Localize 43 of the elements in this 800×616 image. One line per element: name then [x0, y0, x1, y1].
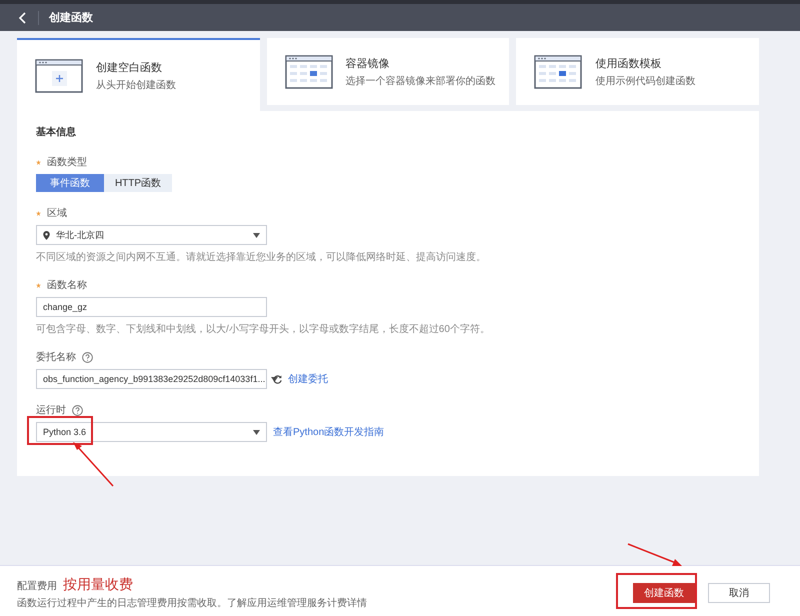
fee-label: 配置费用: [17, 580, 57, 593]
create-link[interactable]: 创建委托: [288, 372, 328, 386]
card-title: 创建空白函数: [96, 60, 163, 74]
field-label: 委托名称: [36, 350, 76, 364]
fee-note: 函数运行过程中产生的日志管理费用按需收取。了解应用运维管理服务计费详情: [17, 596, 368, 610]
annotation-arrow: [70, 440, 116, 488]
location-pin-icon: [43, 230, 50, 240]
section-title: 基本信息: [36, 126, 77, 139]
annotation-arrow: [626, 542, 684, 568]
card-title: 容器镜像: [346, 56, 391, 70]
cancel-button[interactable]: 取消: [708, 583, 770, 603]
back-icon[interactable]: [18, 12, 28, 24]
card-subtitle: 使用示例代码创建函数: [595, 74, 696, 88]
hint-text: 不同区域的资源之间内网不互通。请就近选择靠近您业务的区域，可以降低网络时延、提高访问速度。: [36, 250, 486, 264]
card-subtitle: 从头开始创建函数: [96, 78, 176, 92]
hint-text: 可包含字母、数字、下划线和中划线，以大/小写字母开头，以字母或数字结尾，长度不超过60个字符。: [36, 322, 490, 336]
field-label: 运行时: [36, 404, 66, 417]
caret-icon: [253, 430, 260, 434]
grid-window-icon: [534, 54, 582, 88]
type-option[interactable]: HTTP函数: [104, 174, 172, 192]
caret-icon: [253, 232, 260, 238]
mode-card[interactable]: 容器镜像 选择一个容器镜像来部署你的函数: [266, 38, 510, 105]
type-option[interactable]: 事件函数: [36, 174, 104, 192]
field-label: 函数类型: [47, 156, 87, 169]
select-field[interactable]: Python 3.6: [36, 422, 267, 442]
help-icon[interactable]: [82, 352, 93, 362]
blank-window-icon: [35, 58, 83, 92]
card-title: 使用函数模板: [595, 56, 662, 70]
mode-card[interactable]: 创建空白函数 从头开始创建函数: [17, 38, 260, 111]
card-subtitle: 选择一个容器镜像来部署你的函数: [346, 74, 496, 88]
caret-icon: [271, 376, 278, 382]
name-input[interactable]: change_gz: [36, 297, 267, 317]
guide-link[interactable]: 查看Python函数开发指南: [273, 425, 384, 439]
mode-card[interactable]: 使用函数模板 使用示例代码创建函数: [516, 38, 760, 105]
page-title: 创建函数: [49, 10, 93, 25]
create-button[interactable]: 创建函数: [633, 583, 695, 603]
fee-value: 按用量收费: [63, 576, 133, 594]
region-select[interactable]: 华北-北京四: [36, 225, 267, 245]
help-icon[interactable]: [72, 404, 83, 416]
refresh-icon[interactable]: [273, 374, 282, 384]
grid-window-icon: [284, 54, 333, 88]
field-label: 函数名称: [47, 279, 87, 292]
field-label: 区域: [47, 206, 67, 220]
